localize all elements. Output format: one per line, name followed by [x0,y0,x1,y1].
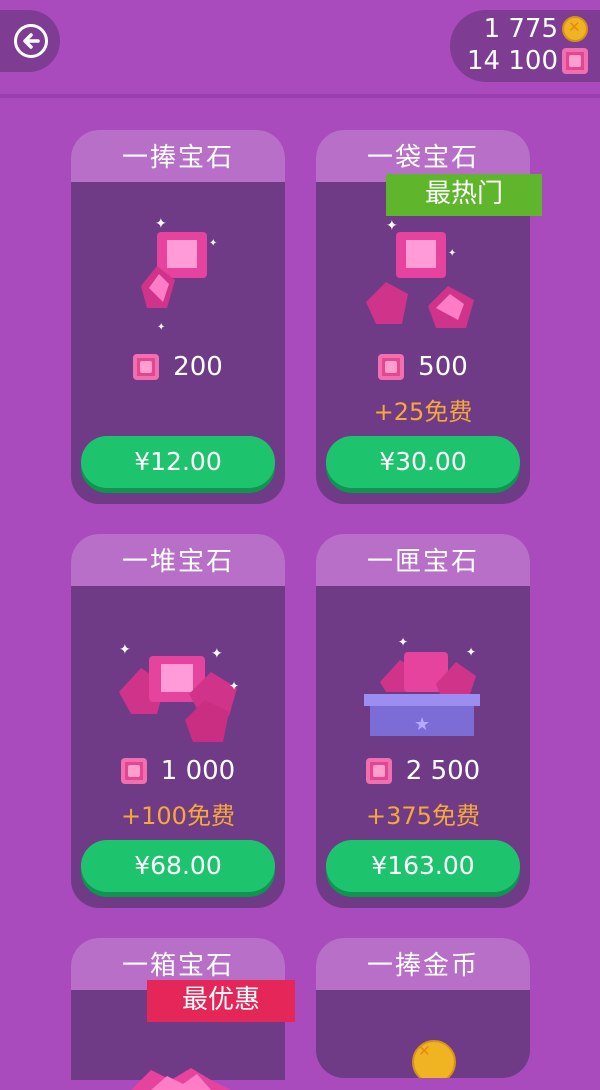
shop-card-box-gems: 一匣宝石 ★ ✦ ✦ 2 500 +375免费 ¥163.00 [316,534,530,908]
coin-balance: 1 775 [484,14,588,44]
shop-card-handful-coins: 一捧金币 [316,938,530,1078]
card-title: 一匣宝石 [316,534,530,586]
gem-balance: 14 100 [467,46,588,76]
svg-text:✦: ✦ [155,216,167,232]
svg-text:✦: ✦ [157,322,165,333]
gem-icon [365,758,392,784]
back-button[interactable] [0,10,60,72]
coin-count: 1 775 [483,14,558,44]
svg-text:★: ★ [414,714,430,735]
gem-count: 14 100 [467,46,558,76]
svg-text:✦: ✦ [398,635,408,649]
gem-icon [133,354,160,380]
svg-text:✦: ✦ [229,679,239,693]
gem-icon [120,758,147,784]
card-title: 一堆宝石 [71,534,285,586]
currency-wallet: 1 775 14 100 [450,10,600,82]
svg-text:✦: ✦ [209,238,217,249]
gem-amount-value: 200 [173,352,223,382]
bonus-label: +25免费 [373,398,473,426]
svg-text:✦: ✦ [211,646,223,662]
gem-amount-value: 500 [418,352,468,382]
buy-button-pile[interactable]: ¥68.00 [81,840,275,892]
buy-button-box[interactable]: ¥163.00 [326,840,520,892]
shop-card-bag-gems: 一袋宝石 ✦ ✦ 500 +25免费 ¥30.00 最热门 [316,130,542,504]
gem-handful-icon: ✦ ✦ ✦ [141,216,217,333]
gem-amount-value: 1 000 [160,756,236,786]
gem-box-icon: ★ ✦ ✦ [364,635,480,736]
coin-icon [562,16,588,42]
svg-text:✦: ✦ [466,645,476,659]
shop-card-chest-gems: 一箱宝石 最优惠 [71,938,295,1090]
gem-amount-value: 2 500 [405,756,481,786]
shop-card-pile-gems: 一堆宝石 ✦ ✦ ✦ 1 000 +100免费 ¥68.00 [71,534,285,908]
gem-chest-icon [131,1068,231,1090]
card-title: 一捧宝石 [71,130,285,182]
gem-icon [378,354,405,380]
gem-amount: 2 500 [316,756,530,786]
gem-amount: 200 [71,352,285,382]
gem-bag-icon: ✦ ✦ [366,218,474,328]
best-value-ribbon: 最优惠 [147,980,295,1022]
bonus-label: +100免费 [121,802,235,830]
gem-amount: 1 000 [71,756,285,786]
svg-text:✦: ✦ [119,642,131,658]
arrow-left-icon [23,33,40,49]
buy-button-handful[interactable]: ¥12.00 [81,436,275,488]
buy-button-bag[interactable]: ¥30.00 [326,436,520,488]
bonus-label: +375免费 [366,802,480,830]
coin-icon [412,1040,456,1078]
gem-icon [562,48,588,74]
gem-amount: 500 [316,352,530,382]
hot-ribbon: 最热门 [386,174,542,216]
gem-pile-icon: ✦ ✦ ✦ [119,642,239,742]
shop-card-handful-gems: 一捧宝石 ✦ ✦ ✦ 200 ¥12.00 [71,130,285,504]
card-title: 一捧金币 [316,938,530,990]
svg-text:✦: ✦ [448,248,456,259]
svg-text:✦: ✦ [386,218,398,234]
